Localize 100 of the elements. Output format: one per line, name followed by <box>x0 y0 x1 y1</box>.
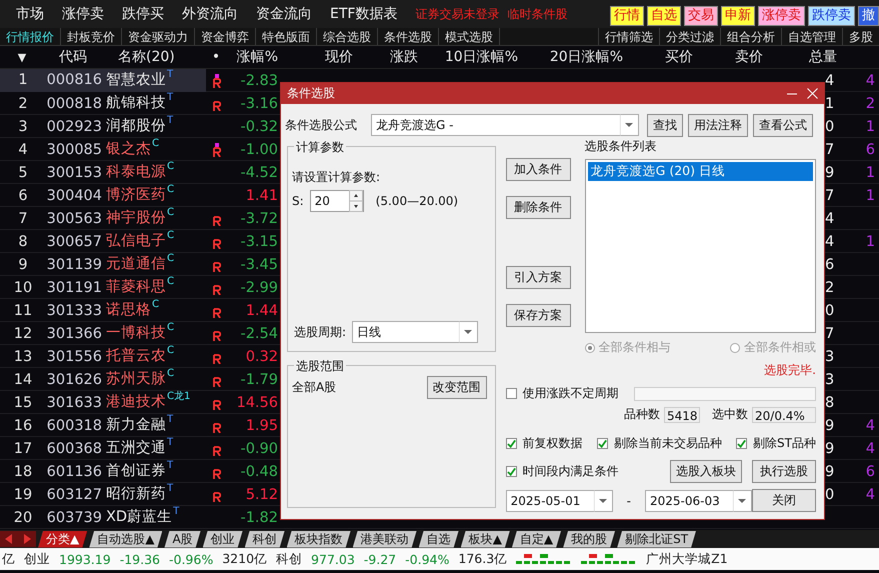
tool-tab[interactable]: 分类过滤 <box>659 28 720 45</box>
column-header[interactable]: 名称(20) <box>102 48 206 66</box>
stock-name: 昭衍新药 <box>106 484 166 504</box>
sheet-tab[interactable]: 自选 <box>418 530 459 548</box>
dialog-button[interactable]: 执行选股 <box>752 460 816 483</box>
checkbox[interactable] <box>506 466 517 477</box>
row-number: 2 <box>17 96 29 112</box>
column-header[interactable]: 卖价 <box>695 48 765 66</box>
sheet-tab[interactable]: 板块指数 <box>286 530 351 548</box>
checkbox[interactable] <box>506 438 517 449</box>
list-item[interactable]: 龙舟竞渡选G (20) 日线 <box>588 162 813 181</box>
tool-tab[interactable]: 行情筛选 <box>598 28 659 45</box>
stock-tag: C <box>167 207 174 219</box>
quick-button[interactable]: 撤 <box>858 6 879 26</box>
tool-tab[interactable]: 组合分析 <box>720 28 781 45</box>
column-header[interactable]: 涨幅% <box>228 48 280 66</box>
column-header[interactable]: 涨跌 <box>355 48 420 66</box>
date-dropdown[interactable]: 2025-05-01 <box>506 490 613 512</box>
view-tab[interactable]: 资金驱动力 <box>122 28 195 45</box>
dialog-button[interactable]: 用法注释 <box>688 114 748 136</box>
column-header[interactable]: 20日涨幅% <box>520 48 625 66</box>
marker-icon <box>215 74 219 78</box>
status-text: 广州大学城Z1 <box>646 550 728 568</box>
column-header[interactable]: ▼ <box>0 50 46 64</box>
stock-code: 301626 <box>46 372 102 388</box>
menu-item[interactable]: ETF数据表 <box>330 5 398 23</box>
view-tab[interactable]: 特色版面 <box>256 28 317 45</box>
column-header[interactable]: 现价 <box>280 48 355 66</box>
checkbox[interactable] <box>596 438 608 449</box>
menu-item[interactable]: 市场 <box>16 5 44 23</box>
stock-name: 苏州天脉 <box>106 370 166 389</box>
menu-item[interactable]: 跌停买 <box>122 5 164 23</box>
row-number: 1 <box>0 69 46 92</box>
sheet-tab[interactable]: 板块▲ <box>460 530 510 548</box>
sheet-tab[interactable]: 我的股 <box>563 530 616 548</box>
stock-tag: C <box>167 161 174 173</box>
tool-tab[interactable]: 自选管理 <box>781 28 842 45</box>
row-number: 9 <box>17 256 29 272</box>
sheet-tab[interactable]: 港美联动 <box>352 530 417 548</box>
table-cell-text: 1 <box>825 96 836 112</box>
menu-item[interactable]: 外资流向 <box>182 5 238 23</box>
column-header[interactable]: • <box>206 49 228 65</box>
sheet-tab[interactable]: 科创 <box>244 530 285 548</box>
r-icon <box>213 446 221 456</box>
dialog-button[interactable]: 删除条件 <box>506 196 571 219</box>
checkbox[interactable] <box>736 438 748 449</box>
column-header[interactable]: 10日涨幅% <box>420 48 520 66</box>
sheet-tab[interactable]: 自定▲ <box>512 530 562 548</box>
r-icon <box>213 216 221 226</box>
quick-button[interactable]: 申新 <box>721 6 755 26</box>
column-header[interactable]: 代码 <box>46 48 102 66</box>
view-tab[interactable]: 封板竞价 <box>61 28 122 45</box>
stock-tag: T <box>167 115 174 127</box>
formula-dropdown[interactable]: 龙舟竞渡选G - <box>371 114 639 136</box>
dialog-button[interactable]: 引入方案 <box>506 266 571 289</box>
dialog-button[interactable]: 关闭 <box>752 489 816 512</box>
view-tab[interactable]: 条件选股 <box>378 28 439 45</box>
stock-tag: C <box>167 253 174 265</box>
list-label: 选股条件列表 <box>584 138 658 155</box>
table-cell-text: 6 <box>825 256 836 272</box>
date-dropdown[interactable]: 2025-06-03 <box>645 490 752 512</box>
row-number: 18 <box>12 464 34 480</box>
dialog-button[interactable]: 改变范围 <box>426 376 487 399</box>
dialog-button[interactable]: 查找 <box>647 114 683 136</box>
r-icon <box>213 492 221 502</box>
menu-item[interactable]: 资金流向 <box>256 5 312 23</box>
input-field[interactable] <box>634 386 816 400</box>
sheet-tab[interactable]: 分类▲ <box>38 530 88 548</box>
view-tab[interactable]: 行情报价 <box>0 28 61 45</box>
dialog-button[interactable]: 保存方案 <box>506 304 571 327</box>
dialog-button[interactable]: 选股入板块 <box>670 460 742 483</box>
sheet-tab[interactable]: 自动选股▲ <box>89 530 162 548</box>
mini-bars-icon <box>516 553 572 565</box>
checkbox[interactable] <box>506 388 517 399</box>
tool-tab[interactable]: 多股 <box>842 28 879 45</box>
dialog-button[interactable]: 加入条件 <box>506 158 571 181</box>
close-icon <box>807 88 818 99</box>
sheet-tab[interactable]: 剔除北证ST <box>617 530 696 548</box>
menu-item[interactable]: 涨停卖 <box>62 5 104 23</box>
quick-button[interactable]: 跌停卖 <box>808 6 855 26</box>
group-title: 选股范围 <box>294 358 346 375</box>
dialog-button[interactable]: 查看公式 <box>753 114 813 136</box>
number-field[interactable]: 20 <box>310 190 364 212</box>
sheet-tab[interactable]: 创业 <box>202 530 243 548</box>
r-icon <box>213 468 221 478</box>
column-header[interactable]: 买价 <box>625 48 695 66</box>
period-dropdown[interactable]: 日线 <box>352 321 478 343</box>
column-header[interactable]: 总量 <box>765 48 839 66</box>
sheet-tab[interactable]: A股 <box>164 530 201 548</box>
view-tab[interactable]: 模式选股 <box>439 28 500 45</box>
table-cell-text: 6 <box>864 464 876 480</box>
table-cell-text: 1 <box>864 118 876 134</box>
stock-code: 601136 <box>46 464 102 480</box>
stock-code: 000816 <box>46 69 102 92</box>
quick-button[interactable]: 行情 <box>610 6 644 26</box>
r-icon <box>213 146 221 156</box>
view-tab[interactable]: 资金博弈 <box>195 28 256 45</box>
stock-tag: T <box>167 437 174 449</box>
quick-button[interactable]: 自选 <box>647 6 681 26</box>
view-tab[interactable]: 综合选股 <box>317 28 378 45</box>
